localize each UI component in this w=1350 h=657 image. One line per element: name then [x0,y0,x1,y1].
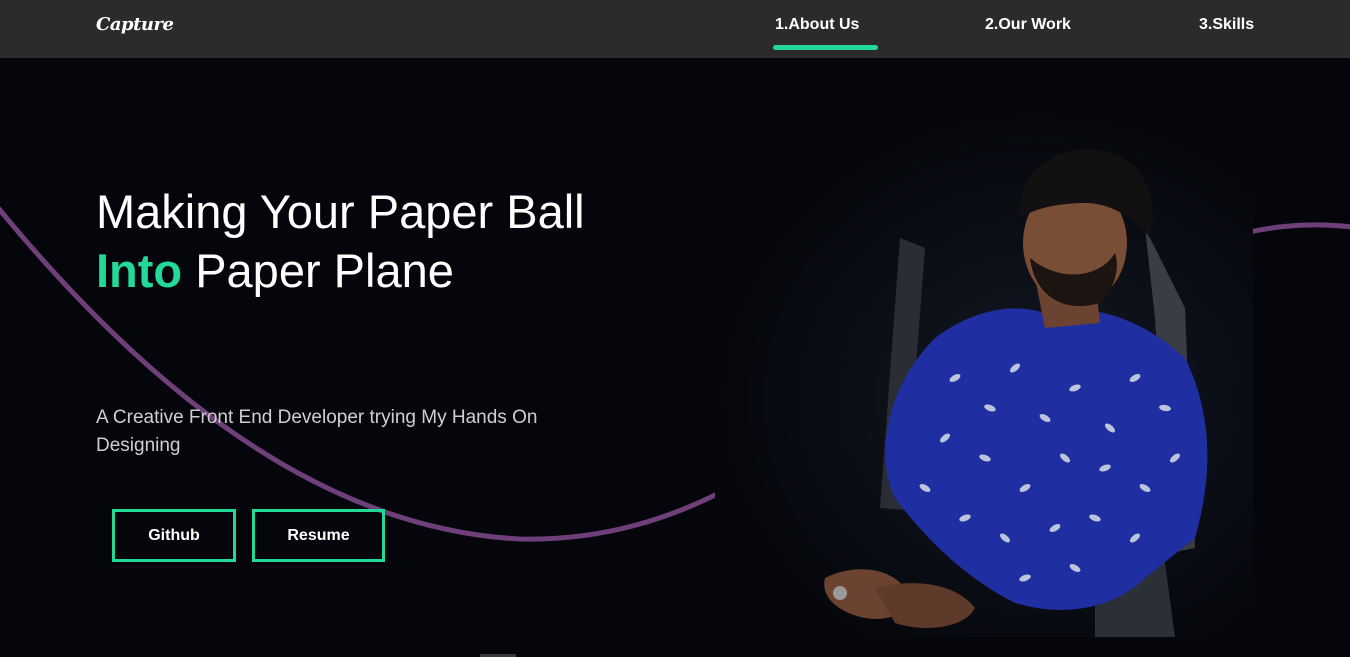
portrait-photo [715,108,1253,637]
shirt [885,308,1208,610]
nav-link-about-us[interactable]: 1.About Us [775,16,859,34]
nav-link-our-work[interactable]: 2.Our Work [985,16,1071,34]
top-nav-bar: Capture 1.About Us 2.Our Work 3.Skills [0,0,1350,58]
headline-highlight: Into [96,244,183,297]
hero-headline: Making Your Paper Ball Into Paper Plane [96,182,616,300]
hero-section: Making Your Paper Ball Into Paper Plane … [0,58,1350,657]
ring [833,586,847,600]
nav-link-skills[interactable]: 3.Skills [1199,16,1254,34]
headline-text-end: Paper Plane [182,244,454,297]
portrait-illustration [824,149,1208,637]
headline-text-start: Making Your Paper Ball [96,185,585,238]
active-nav-indicator [773,45,878,50]
site-logo[interactable]: Capture [96,14,174,35]
hand-right [875,583,975,628]
hero-subtitle: A Creative Front End Developer trying My… [96,407,538,456]
github-button[interactable]: Github [112,509,236,562]
resume-button[interactable]: Resume [252,509,385,562]
